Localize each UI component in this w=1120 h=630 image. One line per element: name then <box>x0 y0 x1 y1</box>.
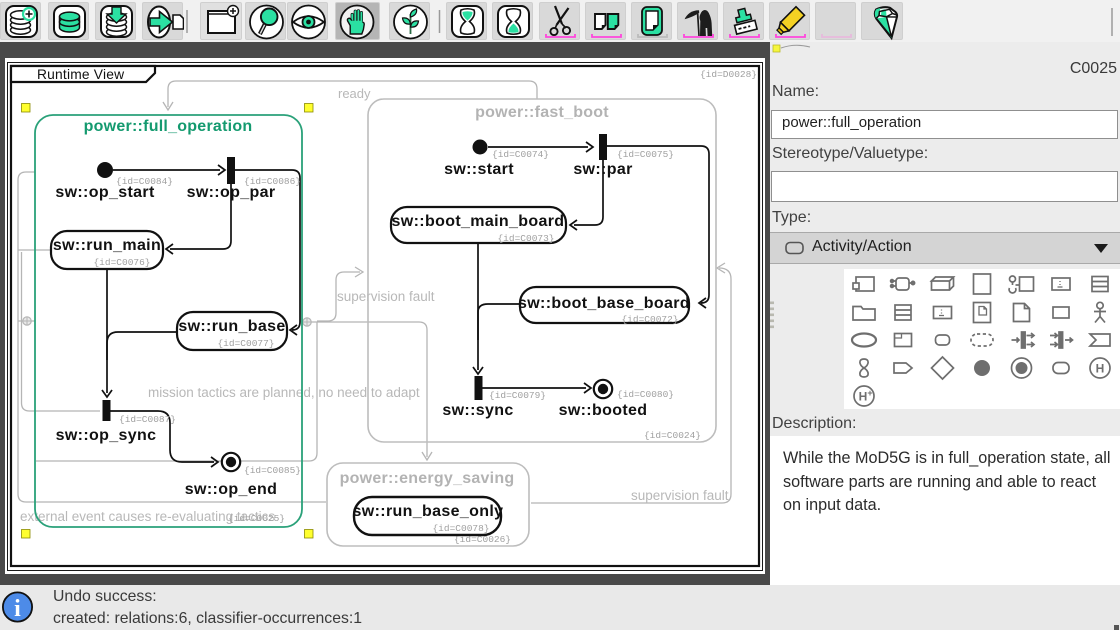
svg-text:{id=C0084}: {id=C0084} <box>116 176 173 187</box>
svg-text:{id=C0024}: {id=C0024} <box>644 430 701 441</box>
svg-text:Runtime View: Runtime View <box>37 67 124 82</box>
svg-text:{id=C0080}: {id=C0080} <box>617 389 674 400</box>
svg-text:H: H <box>859 390 868 404</box>
svg-text:supervision fault: supervision fault <box>337 289 435 304</box>
svg-text:{id=C0025}: {id=C0025} <box>228 513 285 524</box>
svg-text:{id=C0078}: {id=C0078} <box>432 523 489 534</box>
svg-text:{id=C0076}: {id=C0076} <box>93 257 150 268</box>
svg-text:sw::sync: sw::sync <box>442 402 513 419</box>
svg-text:ready: ready <box>338 86 371 101</box>
svg-text:{id=C0085}: {id=C0085} <box>244 465 301 476</box>
svg-text:{id=C0079}: {id=C0079} <box>489 390 546 401</box>
svg-text:{id=C0074}: {id=C0074} <box>492 149 549 160</box>
svg-text:sw::start: sw::start <box>444 161 514 178</box>
svg-text:power::full_operation: power::full_operation <box>84 118 253 135</box>
svg-text:power::energy_saving: power::energy_saving <box>340 470 515 487</box>
svg-text:sw::run_base_only: sw::run_base_only <box>353 503 504 520</box>
svg-text:{id=C0086}: {id=C0086} <box>244 176 301 187</box>
svg-text:{id=C0077}: {id=C0077} <box>217 338 274 349</box>
svg-text:sw::op_sync: sw::op_sync <box>56 427 157 444</box>
svg-text:H: H <box>1096 362 1105 376</box>
svg-text:{id=C0087}: {id=C0087} <box>119 414 176 425</box>
svg-text:{id=D0028}: {id=D0028} <box>700 69 757 80</box>
svg-text:sw::run_base: sw::run_base <box>178 318 285 335</box>
svg-text:sw::par: sw::par <box>573 161 632 178</box>
svg-text:sw::boot_base_board: sw::boot_base_board <box>518 295 690 312</box>
svg-text:supervision fault: supervision fault <box>631 488 729 503</box>
svg-text:power::fast_boot: power::fast_boot <box>475 104 609 121</box>
svg-text:mission tactics are planned, n: mission tactics are planned, no need to … <box>148 385 420 400</box>
svg-text:sw::booted: sw::booted <box>559 402 648 419</box>
svg-text:{id=C0075}: {id=C0075} <box>617 149 674 160</box>
svg-text:{id=C0073}: {id=C0073} <box>497 233 554 244</box>
svg-text:sw::op_end: sw::op_end <box>185 481 277 498</box>
svg-text:sw::run_main: sw::run_main <box>53 237 161 254</box>
svg-text:i: i <box>14 596 21 622</box>
svg-text:+: + <box>867 388 872 398</box>
svg-text:sw::boot_main_board: sw::boot_main_board <box>392 213 565 230</box>
svg-text:{id=C0072}: {id=C0072} <box>621 314 678 325</box>
